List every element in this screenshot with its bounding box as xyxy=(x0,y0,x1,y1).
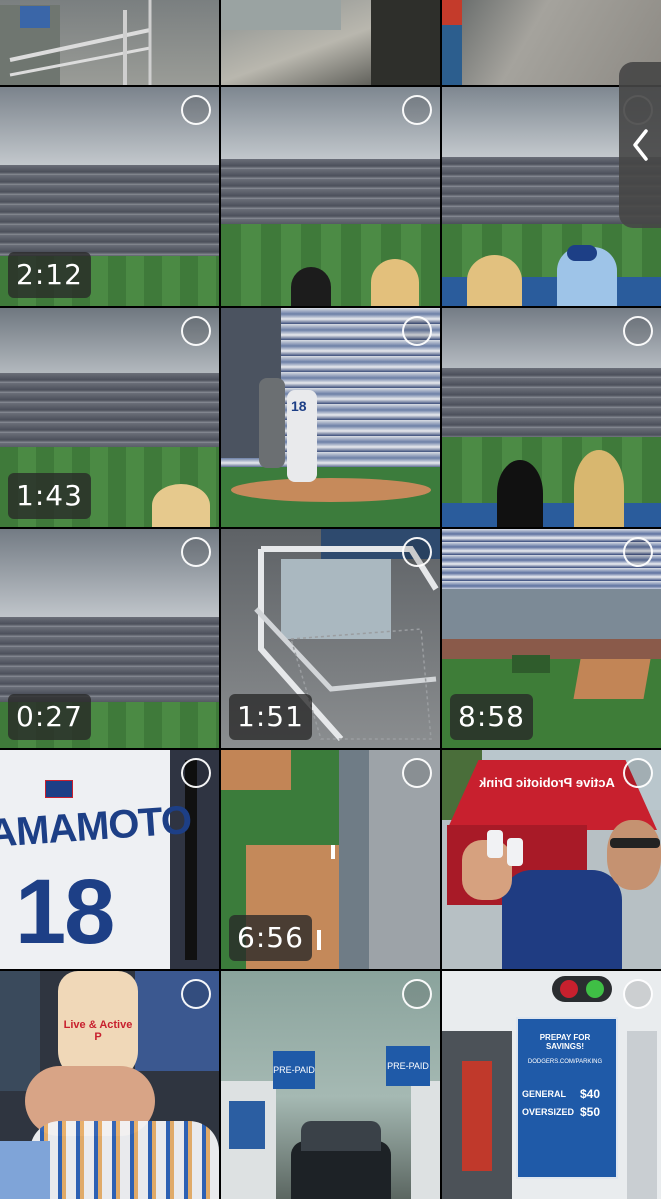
photo-thumbnail[interactable] xyxy=(221,87,440,306)
parking-sign-site: DODGERS.COM/PARKING xyxy=(527,1059,603,1065)
video-thumbnail[interactable]: 1:43 xyxy=(0,308,219,527)
pitcher-jersey-number: 18 xyxy=(291,398,307,414)
photo-thumbnail[interactable]: PREPAY FOR SAVINGS! GENERAL $40 OVERSIZE… xyxy=(442,971,661,1199)
video-thumbnail[interactable]: 1:51 xyxy=(221,529,440,748)
photo-thumbnail[interactable]: Live & Active P xyxy=(0,971,219,1199)
video-thumbnail[interactable]: 0:27 xyxy=(0,529,219,748)
bottle-label: Live & Active P xyxy=(63,1019,133,1043)
select-circle[interactable] xyxy=(181,979,211,1009)
select-circle[interactable] xyxy=(402,758,432,788)
video-duration: 2:12 xyxy=(8,252,91,298)
prepaid-sign-right: PRE-PAID xyxy=(386,1046,430,1086)
select-circle[interactable] xyxy=(623,979,653,1009)
select-circle[interactable] xyxy=(623,758,653,788)
photo-thumbnail[interactable] xyxy=(221,0,440,85)
chevron-left-icon xyxy=(633,129,648,161)
video-duration: 0:27 xyxy=(8,694,91,740)
select-circle[interactable] xyxy=(181,537,211,567)
select-circle[interactable] xyxy=(623,537,653,567)
side-panel-handle[interactable] xyxy=(619,62,661,228)
select-circle[interactable] xyxy=(402,316,432,346)
video-thumbnail[interactable]: 6:56 xyxy=(221,750,440,969)
photo-thumbnail[interactable]: PRE-PAID PRE-PAID xyxy=(221,971,440,1199)
video-duration: 1:51 xyxy=(229,694,312,740)
booth-canopy-text: Active Probiotic Drink xyxy=(479,775,615,790)
parking-oversized-price: $50 xyxy=(580,1105,601,1119)
select-circle[interactable] xyxy=(181,316,211,346)
parking-general-price: $40 xyxy=(580,1087,601,1101)
jersey-number: 18 xyxy=(15,861,115,963)
photo-thumbnail[interactable]: AMAMOTO 18 xyxy=(0,750,219,969)
select-circle[interactable] xyxy=(402,537,432,567)
select-circle[interactable] xyxy=(623,316,653,346)
select-circle[interactable] xyxy=(402,979,432,1009)
select-circle[interactable] xyxy=(181,758,211,788)
photo-thumbnail[interactable] xyxy=(442,308,661,527)
select-circle[interactable] xyxy=(402,95,432,125)
video-duration: 6:56 xyxy=(229,915,312,961)
photo-grid: 2:12 1:43 18 0:27 1:51 8:58 AMAMOTO 18 6… xyxy=(0,0,661,1199)
photo-thumbnail[interactable]: Active Probiotic Drink xyxy=(442,750,661,969)
photo-thumbnail[interactable]: 18 xyxy=(221,308,440,527)
photo-thumbnail[interactable] xyxy=(0,0,219,85)
video-duration: 1:43 xyxy=(8,473,91,519)
parking-oversized-label: OVERSIZED xyxy=(522,1107,575,1117)
parking-sign-title: PREPAY FOR SAVINGS! xyxy=(539,1033,591,1051)
select-circle[interactable] xyxy=(181,95,211,125)
video-duration: 8:58 xyxy=(450,694,533,740)
video-thumbnail[interactable]: 8:58 xyxy=(442,529,661,748)
parking-general-label: GENERAL xyxy=(522,1089,567,1099)
video-thumbnail[interactable]: 2:12 xyxy=(0,87,219,306)
prepaid-sign-left: PRE-PAID xyxy=(273,1051,315,1089)
